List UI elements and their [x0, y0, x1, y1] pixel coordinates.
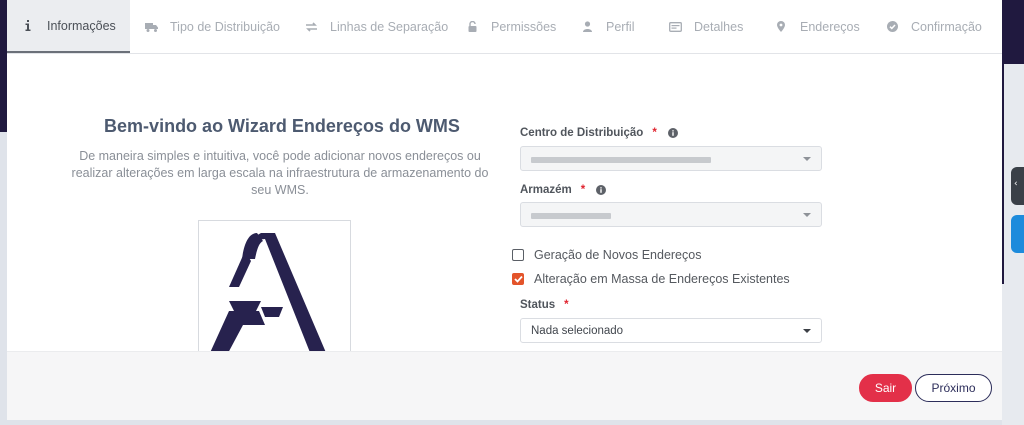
option-new-addresses[interactable]: Geração de Novos Endereços	[512, 248, 701, 262]
redacted-value	[531, 157, 711, 163]
redacted-value	[531, 213, 611, 219]
side-help-tab[interactable]	[1011, 215, 1024, 253]
step-confirmacao[interactable]: Confirmação	[871, 0, 1002, 53]
step-detalhes[interactable]: Detalhes	[654, 0, 760, 53]
distribution-center-select[interactable]	[520, 146, 822, 171]
status-selected-value: Nada selecionado	[531, 325, 624, 337]
card-icon	[668, 21, 682, 32]
next-button[interactable]: Próximo	[915, 374, 992, 402]
option-bulk-update[interactable]: Alteração em Massa de Endereços Existent…	[512, 272, 790, 286]
required-mark: *	[580, 184, 586, 196]
truck-icon	[144, 22, 158, 32]
info-icon	[21, 20, 35, 31]
step-label: Perfil	[606, 19, 635, 34]
step-label: Confirmação	[911, 19, 982, 34]
step-tipo-distribuicao[interactable]: Tipo de Distribuição	[130, 0, 290, 53]
welcome-description: De maneira simples e intuitiva, você pod…	[71, 149, 489, 197]
welcome-title: Bem-vindo ao Wizard Endereços do WMS	[104, 116, 460, 136]
checkbox-bulk-update[interactable]	[512, 273, 524, 285]
step-label: Informações	[47, 18, 116, 33]
map-marker-icon	[774, 21, 788, 32]
step-informacoes[interactable]: Informações	[7, 0, 130, 53]
option-label: Geração de Novos Endereços	[534, 248, 702, 262]
status-select[interactable]: Nada selecionado	[520, 318, 822, 343]
required-mark: *	[652, 127, 657, 139]
step-perfil[interactable]: Perfil	[566, 0, 654, 53]
step-permissoes[interactable]: Permissões	[451, 0, 566, 53]
step-label: Linhas de Separação	[330, 19, 449, 34]
check-icon	[513, 275, 523, 283]
wizard-modal: Informações Tipo de Distribuição Linhas …	[7, 0, 1002, 420]
step-label: Endereços	[800, 19, 860, 34]
option-label: Alteração em Massa de Endereços Existent…	[534, 272, 790, 286]
step-label: Permissões	[491, 19, 557, 34]
chevron-left-icon: ‹	[1014, 179, 1018, 189]
step-enderecos[interactable]: Endereços	[760, 0, 871, 53]
lock-icon	[465, 21, 479, 32]
wizard-footer: Sair Próximo	[7, 351, 1002, 420]
checkbox-new-addresses[interactable]	[512, 249, 524, 261]
company-logo	[198, 220, 351, 360]
check-circle-icon	[885, 21, 899, 32]
user-icon	[580, 21, 594, 32]
required-mark: *	[564, 299, 569, 311]
step-linhas-separacao[interactable]: Linhas de Separação	[290, 0, 451, 53]
exit-button[interactable]: Sair	[859, 374, 912, 402]
caret-down-icon	[803, 213, 811, 217]
wizard-steps: Informações Tipo de Distribuição Linhas …	[7, 0, 1002, 54]
distribution-center-label: Centro de Distribuição *	[520, 127, 678, 139]
caret-down-icon	[803, 329, 811, 333]
warehouse-label: Armazém *	[520, 184, 607, 196]
exchange-icon	[304, 21, 318, 32]
step-label: Tipo de Distribuição	[170, 19, 281, 34]
status-label: Status *	[520, 299, 569, 311]
side-collapse-tab[interactable]: ‹	[1011, 167, 1024, 205]
info-circle-icon[interactable]	[667, 128, 678, 138]
step-label: Detalhes	[694, 19, 744, 34]
caret-down-icon	[803, 157, 811, 161]
warehouse-select[interactable]	[520, 202, 822, 227]
info-circle-icon[interactable]	[596, 185, 607, 195]
